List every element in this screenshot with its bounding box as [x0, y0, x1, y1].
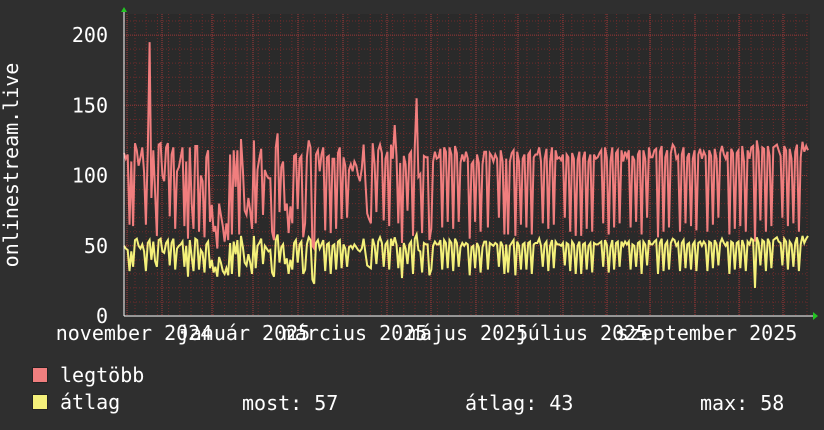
legend-label-atlag: átlag [60, 390, 121, 414]
stat-current-label: most: [242, 391, 303, 415]
stat-maximum-label: max: [700, 391, 749, 415]
y-axis-ticks: 050100150200 [72, 23, 108, 328]
legend-swatch-legtobb [32, 367, 48, 383]
x-tick-label: szeptember 2025 [617, 321, 798, 345]
stat-current-value: 57 [314, 391, 339, 415]
stat-average: átlag: 43 [465, 391, 573, 415]
stat-average-value: 43 [549, 391, 574, 415]
y-tick-label: 50 [84, 234, 108, 258]
y-axis-arrow [121, 7, 127, 12]
legend-label-legtobb: legtöbb [60, 363, 145, 387]
y-axis-label: onlinestream.live [0, 63, 23, 268]
x-axis-ticks: november 2024január 2025március 2025máju… [56, 321, 798, 345]
y-tick-label: 100 [72, 164, 108, 188]
x-axis-arrow [813, 312, 818, 320]
legend-item-atlag: átlag [32, 390, 121, 414]
y-tick-label: 150 [72, 93, 108, 117]
x-tick-label: március 2025 [283, 321, 428, 345]
stat-maximum: max: 58 [700, 391, 784, 415]
x-tick-label: május 2025 [408, 321, 528, 345]
stat-maximum-value: 58 [760, 391, 785, 415]
stat-current: most: 57 [242, 391, 338, 415]
legend-swatch-atlag [32, 394, 48, 410]
stat-average-label: átlag: [465, 391, 538, 415]
y-tick-label: 200 [72, 23, 108, 47]
legend-item-legtobb: legtöbb [32, 363, 145, 387]
